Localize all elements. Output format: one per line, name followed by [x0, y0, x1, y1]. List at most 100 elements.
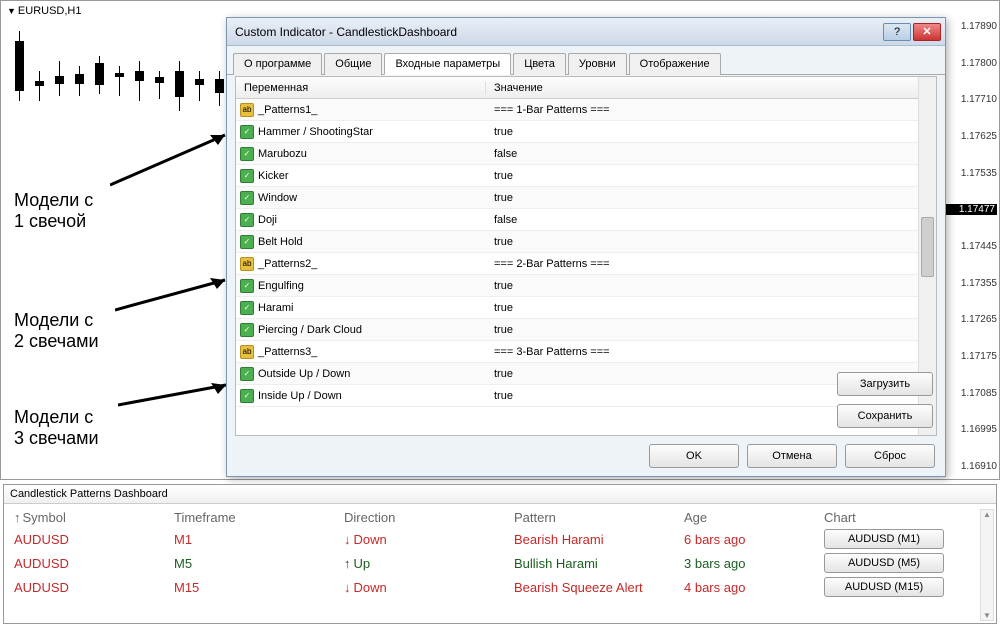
param-value[interactable]: true [486, 302, 918, 314]
candle [115, 73, 124, 77]
param-row[interactable]: ✓Inside Up / Downtrue [236, 385, 918, 407]
chart-open-button[interactable]: AUDUSD (M15) [824, 577, 944, 597]
save-button[interactable]: Сохранить [837, 404, 933, 428]
reset-button[interactable]: Сброс [845, 444, 935, 468]
dashboard-scrollbar[interactable] [980, 509, 994, 621]
col-value[interactable]: Значение [486, 82, 918, 94]
col-variable[interactable]: Переменная [236, 82, 486, 94]
dash-timeframe: M1 [174, 532, 344, 547]
price-tick: 1.17265 [941, 314, 997, 325]
param-name: Belt Hold [258, 236, 303, 248]
dash-header-timeframe[interactable]: Timeframe [174, 510, 344, 525]
param-value[interactable]: true [486, 192, 918, 204]
param-name: _Patterns2_ [258, 258, 317, 270]
param-value[interactable]: true [486, 324, 918, 336]
tabstrip: О программеОбщиеВходные параметрыЦветаУр… [227, 46, 945, 75]
price-tick: 1.17535 [941, 168, 997, 179]
param-name: Engulfing [258, 280, 304, 292]
tab-5[interactable]: Отображение [629, 53, 721, 75]
bool-type-icon: ✓ [240, 125, 254, 139]
price-tick: 1.17890 [941, 21, 997, 32]
param-row[interactable]: ✓ Marubozu false [236, 143, 918, 165]
price-tick: 1.17800 [941, 58, 997, 69]
price-tick: 1.17625 [941, 131, 997, 142]
dashboard-grid: SymbolTimeframeDirectionPatternAgeChart A… [4, 504, 996, 603]
tab-2[interactable]: Входные параметры [384, 53, 511, 75]
text-type-icon: ab [240, 345, 254, 359]
price-tick: 1.16910 [941, 461, 997, 472]
price-tick: 1.17477 [941, 204, 997, 215]
cancel-button[interactable]: Отмена [747, 444, 837, 468]
bool-type-icon: ✓ [240, 147, 254, 161]
param-row[interactable]: ✓Windowtrue [236, 187, 918, 209]
param-name: _Patterns3_ [258, 346, 317, 358]
help-button[interactable]: ? [883, 23, 911, 41]
dash-direction: Up [344, 556, 514, 571]
side-buttons: Загрузить Сохранить [837, 372, 933, 428]
param-name: Harami [258, 302, 293, 314]
param-row[interactable]: ✓Engulfingtrue [236, 275, 918, 297]
param-row[interactable]: ✓Outside Up / Downtrue [236, 363, 918, 385]
dash-header-direction[interactable]: Direction [344, 510, 514, 525]
price-tick: 1.17355 [941, 278, 997, 289]
dash-timeframe: M5 [174, 556, 344, 571]
params-grid: Переменная Значение ab _Patterns1_ === 1-B… [236, 77, 918, 435]
candle-wick [159, 71, 160, 99]
param-row[interactable]: ✓ Hammer / ShootingStar true [236, 121, 918, 143]
candle-wick [139, 61, 140, 101]
symbol-label: EURUSD,H1 [7, 5, 82, 17]
dash-header-symbol[interactable]: Symbol [14, 510, 174, 525]
dash-header-age[interactable]: Age [684, 510, 824, 525]
bool-type-icon: ✓ [240, 301, 254, 315]
tab-0[interactable]: О программе [233, 53, 322, 75]
param-row[interactable]: ✓Kickertrue [236, 165, 918, 187]
load-button[interactable]: Загрузить [837, 372, 933, 396]
param-row[interactable]: ab_Patterns2_=== 2-Bar Patterns === [236, 253, 918, 275]
chart-open-button[interactable]: AUDUSD (M1) [824, 529, 944, 549]
param-row[interactable]: ✓ Harami true [236, 297, 918, 319]
dash-symbol: AUDUSD [14, 532, 174, 547]
param-value[interactable]: true [486, 236, 918, 248]
bool-type-icon: ✓ [240, 213, 254, 227]
param-name: Hammer / ShootingStar [258, 126, 373, 138]
titlebar[interactable]: Custom Indicator - CandlestickDashboard … [227, 18, 945, 46]
param-row[interactable]: ✓Belt Holdtrue [236, 231, 918, 253]
param-value[interactable]: false [486, 148, 918, 160]
grid-rows: ab _Patterns1_ === 1-Bar Patterns === ✓ Hamm… [236, 99, 918, 435]
candle [15, 41, 24, 91]
param-value[interactable]: === 3-Bar Patterns === [486, 346, 918, 358]
param-value[interactable]: false [486, 214, 918, 226]
candle-wick [199, 71, 200, 101]
text-type-icon: ab [240, 103, 254, 117]
param-row[interactable]: ✓ Doji false [236, 209, 918, 231]
param-value[interactable]: true [486, 126, 918, 138]
dash-header-pattern[interactable]: Pattern [514, 510, 684, 525]
param-name: Marubozu [258, 148, 307, 160]
param-name: Doji [258, 214, 277, 226]
close-button[interactable]: ✕ [913, 23, 941, 41]
annotation-2bar: Модели с 2 свечами [14, 310, 99, 352]
param-row[interactable]: ab _Patterns3_ === 3-Bar Patterns === [236, 341, 918, 363]
grid-header: Переменная Значение [236, 77, 918, 99]
dashboard-panel: Candlestick Patterns Dashboard SymbolTim… [3, 484, 997, 624]
param-value[interactable]: === 1-Bar Patterns === [486, 104, 918, 116]
dash-age: 3 bars ago [684, 556, 824, 571]
param-name: _Patterns1_ [258, 104, 317, 116]
param-row[interactable]: ✓Piercing / Dark Cloudtrue [236, 319, 918, 341]
dash-header-chart[interactable]: Chart [824, 510, 994, 525]
dash-symbol: AUDUSD [14, 556, 174, 571]
param-value[interactable]: true [486, 170, 918, 182]
param-value[interactable]: === 2-Bar Patterns === [486, 258, 918, 270]
tab-1[interactable]: Общие [324, 53, 382, 75]
param-row[interactable]: ab _Patterns1_ === 1-Bar Patterns === [236, 99, 918, 121]
tab-3[interactable]: Цвета [513, 53, 566, 75]
price-tick: 1.17445 [941, 241, 997, 252]
tab-4[interactable]: Уровни [568, 53, 627, 75]
param-name: Piercing / Dark Cloud [258, 324, 362, 336]
ok-button[interactable]: OK [649, 444, 739, 468]
price-tick: 1.17175 [941, 351, 997, 362]
scroll-thumb[interactable] [921, 217, 934, 277]
chart-open-button[interactable]: AUDUSD (M5) [824, 553, 944, 573]
param-value[interactable]: true [486, 280, 918, 292]
dialog-body: Переменная Значение ab _Patterns1_ === 1-B… [235, 76, 937, 436]
